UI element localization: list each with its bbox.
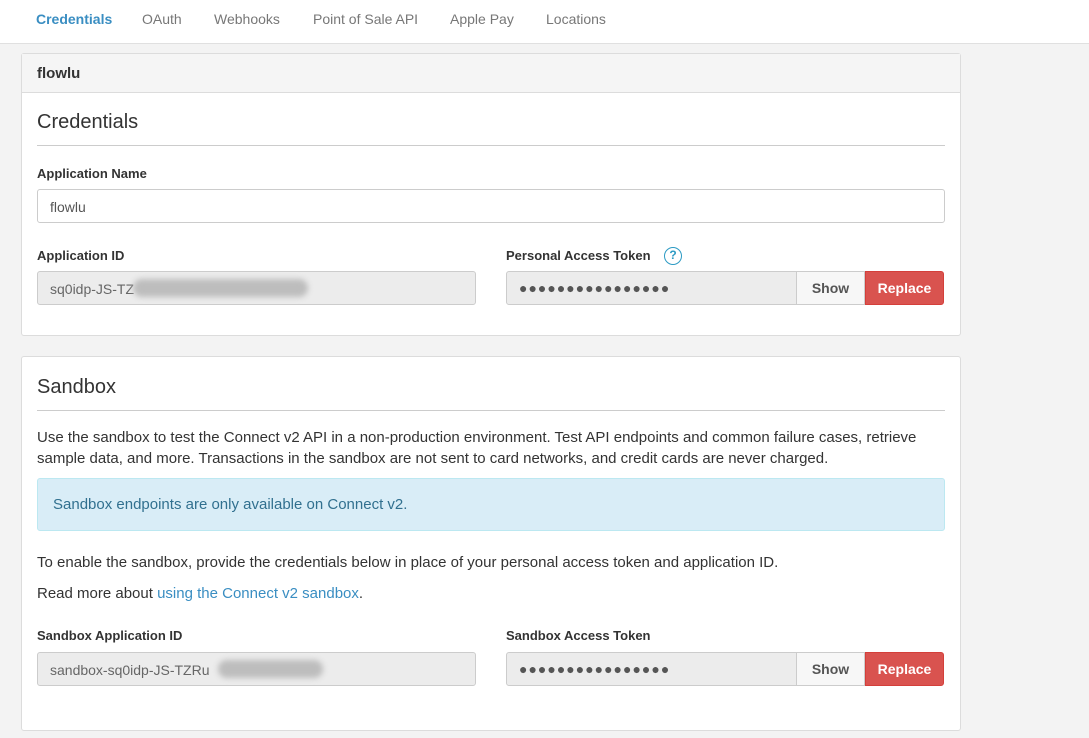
top-nav: Credentials OAuth Webhooks Point of Sale… <box>0 0 1089 44</box>
app-name-label: Application Name <box>37 166 147 181</box>
redaction-blur <box>218 660 323 678</box>
alert-text: Sandbox endpoints are only available on … <box>53 496 408 513</box>
token-label: Personal Access Token <box>506 248 651 263</box>
sandbox-app-id-field[interactable]: sandbox-sq0idp-JS-TZRu <box>37 652 476 686</box>
enable-text: To enable the sandbox, provide the crede… <box>37 554 779 571</box>
tab-oauth[interactable]: OAuth <box>142 11 182 27</box>
read-more-suffix: . <box>358 585 364 602</box>
sandbox-token-group: ●●●●●●●●●●●●●●●● Show Replace <box>506 652 944 686</box>
read-more-prefix: Read more about <box>37 585 158 602</box>
app-name-input[interactable]: flowlu <box>37 189 945 223</box>
app-id-label: Application ID <box>37 248 125 263</box>
app-id-field[interactable]: sq0idp-JS-TZ <box>37 271 476 305</box>
token-field[interactable]: ●●●●●●●●●●●●●●●● <box>506 271 797 305</box>
tab-webhooks[interactable]: Webhooks <box>214 11 280 27</box>
sandbox-title: Sandbox <box>37 376 116 398</box>
app-title: flowlu <box>37 65 81 82</box>
tab-credentials[interactable]: Credentials <box>36 11 112 27</box>
tab-locations[interactable]: Locations <box>546 11 606 27</box>
replace-token-button[interactable]: Replace <box>865 271 944 305</box>
redaction-blur <box>133 279 308 297</box>
token-group: ●●●●●●●●●●●●●●●● Show Replace <box>506 271 944 305</box>
app-header: flowlu <box>22 54 960 93</box>
tab-point-of-sale-api[interactable]: Point of Sale API <box>313 11 418 27</box>
help-icon[interactable]: ? <box>664 247 682 265</box>
sandbox-app-id-label: Sandbox Application ID <box>37 628 183 643</box>
show-token-button[interactable]: Show <box>796 271 865 305</box>
sandbox-app-id-value: sandbox-sq0idp-JS-TZRu <box>50 662 210 678</box>
sandbox-panel: Sandbox Use the sandbox to test the Conn… <box>21 356 961 731</box>
credentials-title: Credentials <box>37 111 139 133</box>
sandbox-token-field[interactable]: ●●●●●●●●●●●●●●●● <box>506 652 797 686</box>
credentials-panel: flowlu Credentials Application Name flow… <box>21 53 961 336</box>
sandbox-docs-link[interactable]: using the Connect v2 sandbox <box>157 585 359 602</box>
sandbox-divider <box>37 410 945 411</box>
credentials-divider <box>37 145 945 146</box>
replace-sandbox-token-button[interactable]: Replace <box>865 652 944 686</box>
tab-apple-pay[interactable]: Apple Pay <box>450 11 514 27</box>
show-sandbox-token-button[interactable]: Show <box>796 652 865 686</box>
sandbox-description: Use the sandbox to test the Connect v2 A… <box>37 429 917 467</box>
sandbox-info-alert: Sandbox endpoints are only available on … <box>37 478 945 531</box>
read-more-text: Read more about using the Connect v2 san… <box>37 583 947 604</box>
app-id-value: sq0idp-JS-TZ <box>50 281 135 297</box>
sandbox-token-label: Sandbox Access Token <box>506 628 651 643</box>
